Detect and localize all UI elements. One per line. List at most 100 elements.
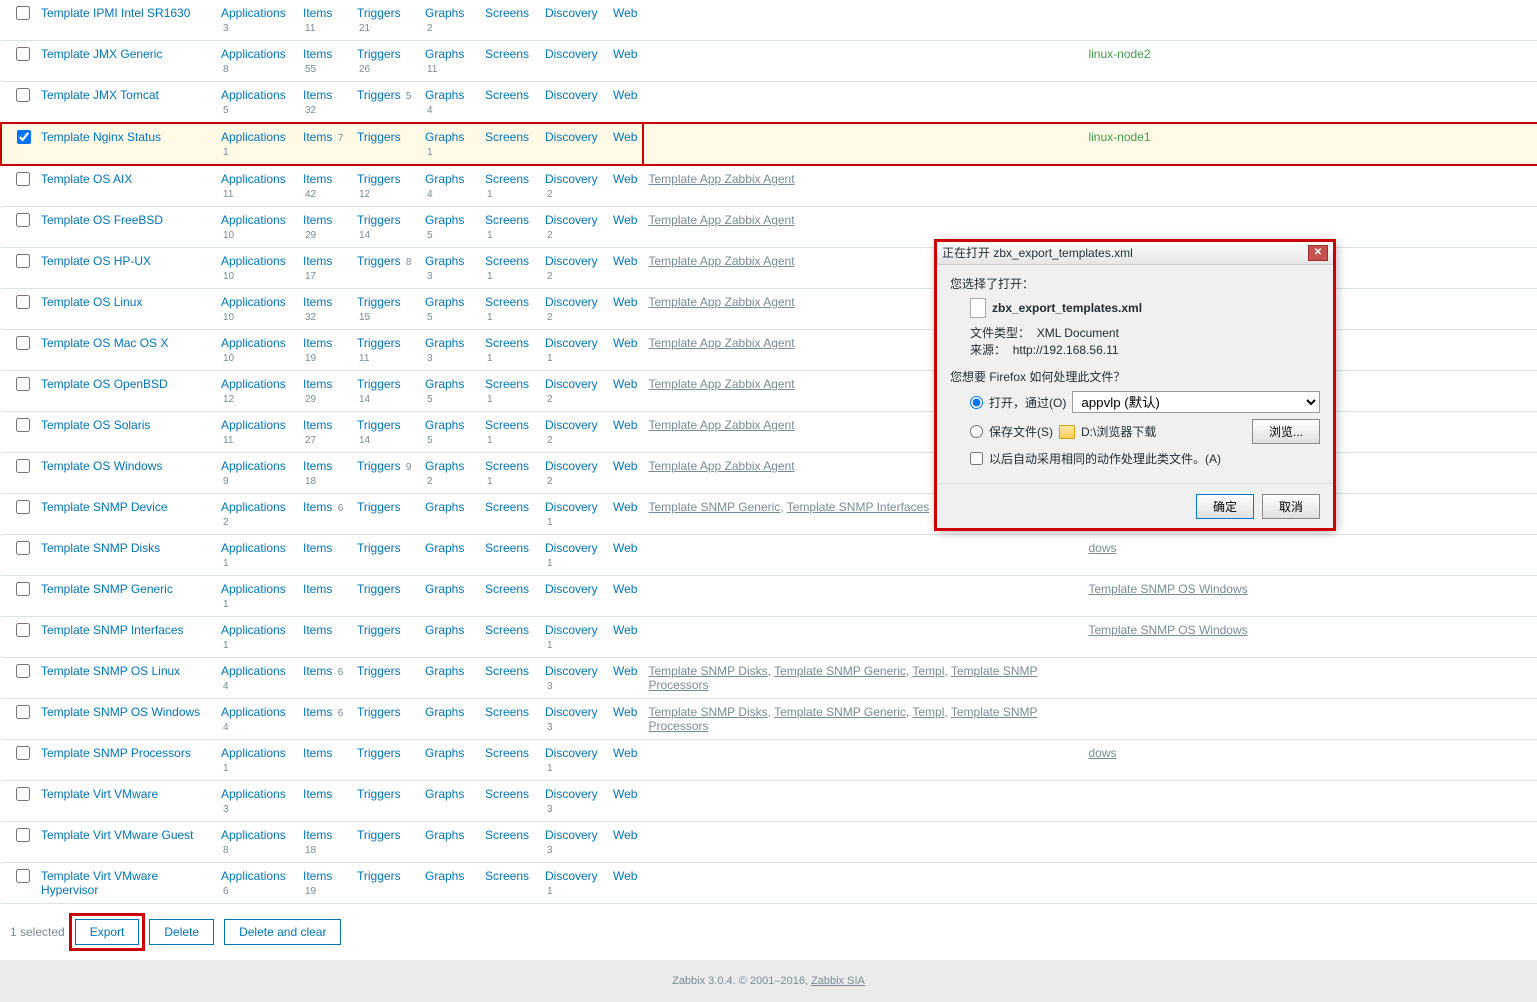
applications-link[interactable]: Applications <box>221 746 286 760</box>
screens-link[interactable]: Screens <box>485 705 529 719</box>
discovery-link[interactable]: Discovery <box>545 541 598 555</box>
applications-link[interactable]: Applications <box>221 88 286 102</box>
items-link[interactable]: Items <box>303 664 332 678</box>
web-link[interactable]: Web <box>613 254 637 268</box>
screens-link[interactable]: Screens <box>485 254 529 268</box>
row-checkbox[interactable] <box>16 828 30 842</box>
row-checkbox[interactable] <box>16 336 30 350</box>
web-link[interactable]: Web <box>613 869 637 883</box>
items-link[interactable]: Items <box>303 541 332 555</box>
linked-template-link[interactable]: Template SNMP OS Windows <box>1088 582 1247 596</box>
triggers-link[interactable]: Triggers <box>357 705 401 719</box>
web-link[interactable]: Web <box>613 541 637 555</box>
applications-link[interactable]: Applications <box>221 6 286 20</box>
open-with-radio[interactable] <box>970 396 983 409</box>
row-checkbox[interactable] <box>16 459 30 473</box>
template-name-link[interactable]: Template Nginx Status <box>41 130 161 144</box>
host-link[interactable]: linux-node2 <box>1088 47 1150 61</box>
remember-checkbox[interactable] <box>970 452 983 465</box>
items-link[interactable]: Items <box>303 869 332 883</box>
screens-link[interactable]: Screens <box>485 336 529 350</box>
graphs-link[interactable]: Graphs <box>425 254 464 268</box>
screens-link[interactable]: Screens <box>485 47 529 61</box>
discovery-link[interactable]: Discovery <box>545 88 598 102</box>
web-link[interactable]: Web <box>613 664 637 678</box>
web-link[interactable]: Web <box>613 130 637 144</box>
template-name-link[interactable]: Template SNMP OS Linux <box>41 664 180 678</box>
discovery-link[interactable]: Discovery <box>545 500 598 514</box>
row-checkbox[interactable] <box>16 172 30 186</box>
web-link[interactable]: Web <box>613 88 637 102</box>
row-checkbox[interactable] <box>16 213 30 227</box>
graphs-link[interactable]: Graphs <box>425 418 464 432</box>
screens-link[interactable]: Screens <box>485 418 529 432</box>
template-name-link[interactable]: Template SNMP Interfaces <box>41 623 184 637</box>
triggers-link[interactable]: Triggers <box>357 6 401 20</box>
linked-template-link[interactable]: Template App Zabbix Agent <box>648 377 794 391</box>
items-link[interactable]: Items <box>303 705 332 719</box>
triggers-link[interactable]: Triggers <box>357 88 401 102</box>
applications-link[interactable]: Applications <box>221 664 286 678</box>
template-name-link[interactable]: Template OS Solaris <box>41 418 150 432</box>
host-link[interactable]: linux-node1 <box>1088 130 1150 144</box>
web-link[interactable]: Web <box>613 705 637 719</box>
row-checkbox[interactable] <box>16 787 30 801</box>
template-name-link[interactable]: Template SNMP Generic <box>41 582 173 596</box>
graphs-link[interactable]: Graphs <box>425 172 464 186</box>
web-link[interactable]: Web <box>613 418 637 432</box>
screens-link[interactable]: Screens <box>485 130 529 144</box>
items-link[interactable]: Items <box>303 47 332 61</box>
applications-link[interactable]: Applications <box>221 459 286 473</box>
zabbix-sia-link[interactable]: Zabbix SIA <box>811 975 865 987</box>
items-link[interactable]: Items <box>303 377 332 391</box>
linked-template-link[interactable]: Template SNMP Interfaces <box>787 500 930 514</box>
discovery-link[interactable]: Discovery <box>545 213 598 227</box>
row-checkbox[interactable] <box>16 295 30 309</box>
discovery-link[interactable]: Discovery <box>545 869 598 883</box>
applications-link[interactable]: Applications <box>221 869 286 883</box>
export-button[interactable]: Export <box>75 919 140 945</box>
template-name-link[interactable]: Template OS FreeBSD <box>41 213 163 227</box>
open-with-select[interactable]: appvlp (默认) <box>1072 391 1320 413</box>
screens-link[interactable]: Screens <box>485 541 529 555</box>
delete-clear-button[interactable]: Delete and clear <box>224 919 341 945</box>
web-link[interactable]: Web <box>613 6 637 20</box>
items-link[interactable]: Items <box>303 418 332 432</box>
linked-template-link[interactable]: Template SNMP Disks <box>648 705 767 719</box>
linked-template-link[interactable]: dows <box>1088 541 1116 555</box>
items-link[interactable]: Items <box>303 172 332 186</box>
triggers-link[interactable]: Triggers <box>357 500 401 514</box>
triggers-link[interactable]: Triggers <box>357 418 401 432</box>
triggers-link[interactable]: Triggers <box>357 746 401 760</box>
triggers-link[interactable]: Triggers <box>357 787 401 801</box>
row-checkbox[interactable] <box>16 664 30 678</box>
web-link[interactable]: Web <box>613 828 637 842</box>
linked-template-link[interactable]: Template App Zabbix Agent <box>648 213 794 227</box>
browse-button[interactable]: 浏览... <box>1252 419 1320 444</box>
items-link[interactable]: Items <box>303 295 332 309</box>
triggers-link[interactable]: Triggers <box>357 869 401 883</box>
items-link[interactable]: Items <box>303 828 332 842</box>
graphs-link[interactable]: Graphs <box>425 336 464 350</box>
applications-link[interactable]: Applications <box>221 828 286 842</box>
template-name-link[interactable]: Template SNMP Processors <box>41 746 191 760</box>
discovery-link[interactable]: Discovery <box>545 623 598 637</box>
web-link[interactable]: Web <box>613 377 637 391</box>
graphs-link[interactable]: Graphs <box>425 459 464 473</box>
row-checkbox[interactable] <box>16 582 30 596</box>
screens-link[interactable]: Screens <box>485 88 529 102</box>
triggers-link[interactable]: Triggers <box>357 254 401 268</box>
web-link[interactable]: Web <box>613 746 637 760</box>
web-link[interactable]: Web <box>613 623 637 637</box>
graphs-link[interactable]: Graphs <box>425 541 464 555</box>
template-name-link[interactable]: Template OS Mac OS X <box>41 336 168 350</box>
graphs-link[interactable]: Graphs <box>425 869 464 883</box>
triggers-link[interactable]: Triggers <box>357 582 401 596</box>
linked-template-link[interactable]: Template SNMP OS Windows <box>1088 623 1247 637</box>
applications-link[interactable]: Applications <box>221 254 286 268</box>
applications-link[interactable]: Applications <box>221 787 286 801</box>
discovery-link[interactable]: Discovery <box>545 295 598 309</box>
graphs-link[interactable]: Graphs <box>425 47 464 61</box>
applications-link[interactable]: Applications <box>221 582 286 596</box>
discovery-link[interactable]: Discovery <box>545 172 598 186</box>
